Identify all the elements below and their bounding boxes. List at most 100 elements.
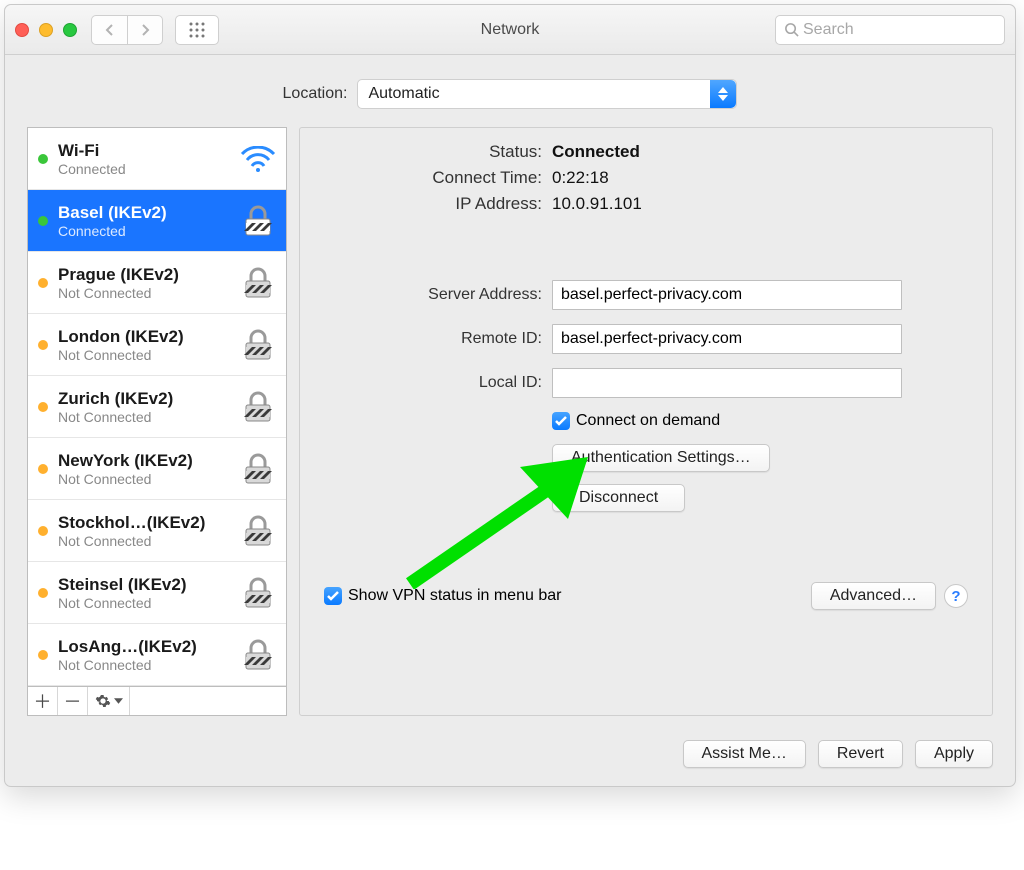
show-all-prefs-button[interactable] <box>175 15 219 45</box>
remote-id-input[interactable] <box>552 324 902 354</box>
status-dot-icon <box>38 154 48 164</box>
remote-id-label: Remote ID: <box>324 330 542 348</box>
connection-text: LosAng…(IKEv2) Not Connected <box>58 637 238 673</box>
search-field[interactable]: Search <box>775 15 1005 45</box>
server-address-input[interactable] <box>552 280 902 310</box>
connect-time-label: Connect Time: <box>324 168 542 188</box>
nav-buttons <box>91 15 163 45</box>
location-row: Location: Automatic <box>5 55 1015 127</box>
select-stepper-icon <box>710 80 736 108</box>
status-dot-icon <box>38 340 48 350</box>
connection-text: Stockhol…(IKEv2) Not Connected <box>58 513 238 549</box>
assist-me-button[interactable]: Assist Me… <box>683 740 806 768</box>
help-button[interactable]: ? <box>944 584 968 608</box>
connection-list[interactable]: Wi-Fi Connected Basel (IKEv2) Connected … <box>27 127 287 686</box>
connection-status: Not Connected <box>58 409 238 425</box>
status-dot-icon <box>38 278 48 288</box>
vpn-lock-icon <box>238 639 278 671</box>
vpn-lock-icon <box>238 329 278 361</box>
check-icon <box>327 591 339 601</box>
connection-name: LosAng…(IKEv2) <box>58 637 238 657</box>
connection-name: Stockhol…(IKEv2) <box>58 513 238 533</box>
connection-detail-panel: Status: Connected Connect Time: 0:22:18 … <box>299 127 993 716</box>
connection-item[interactable]: London (IKEv2) Not Connected <box>28 314 286 376</box>
connect-on-demand-row: Connect on demand <box>552 412 968 430</box>
disconnect-button[interactable]: Disconnect <box>552 484 685 512</box>
vpn-lock-icon <box>238 453 278 485</box>
footer-buttons: Assist Me… Revert Apply <box>5 730 1015 786</box>
connection-sidebar: Wi-Fi Connected Basel (IKEv2) Connected … <box>27 127 287 716</box>
content-area: Wi-Fi Connected Basel (IKEv2) Connected … <box>5 127 1015 730</box>
network-preferences-window: Network Search Location: Automatic Wi-Fi… <box>4 4 1016 787</box>
minimize-window-button[interactable] <box>39 23 53 37</box>
connection-name: Wi-Fi <box>58 141 238 161</box>
titlebar: Network Search <box>5 5 1015 55</box>
connection-item[interactable]: Stockhol…(IKEv2) Not Connected <box>28 500 286 562</box>
status-dot-icon <box>38 402 48 412</box>
zoom-window-button[interactable] <box>63 23 77 37</box>
connect-on-demand-label: Connect on demand <box>576 412 720 430</box>
status-dot-icon <box>38 588 48 598</box>
vpn-lock-icon <box>238 391 278 423</box>
advanced-button[interactable]: Advanced… <box>811 582 936 610</box>
status-dot-icon <box>38 464 48 474</box>
search-placeholder: Search <box>803 21 854 39</box>
connection-text: Prague (IKEv2) Not Connected <box>58 265 238 301</box>
status-value: Connected <box>552 142 640 162</box>
check-icon <box>555 416 567 426</box>
search-icon <box>784 22 799 37</box>
local-id-input[interactable] <box>552 368 902 398</box>
authentication-settings-button[interactable]: Authentication Settings… <box>552 444 770 472</box>
vpn-lock-icon <box>238 577 278 609</box>
local-id-label: Local ID: <box>324 374 542 392</box>
gear-icon <box>95 693 111 709</box>
chevron-down-icon <box>114 698 123 704</box>
location-value: Automatic <box>368 85 439 103</box>
close-window-button[interactable] <box>15 23 29 37</box>
vpn-lock-icon <box>238 515 278 547</box>
connection-name: Steinsel (IKEv2) <box>58 575 238 595</box>
connection-status: Not Connected <box>58 657 238 673</box>
remove-connection-button[interactable]: － <box>58 687 88 715</box>
connection-actions-button[interactable] <box>88 687 130 715</box>
nav-forward-button[interactable] <box>127 15 163 45</box>
connection-status: Not Connected <box>58 471 238 487</box>
connection-item[interactable]: Wi-Fi Connected <box>28 128 286 190</box>
vpn-lock-icon <box>238 267 278 299</box>
connection-text: Basel (IKEv2) Connected <box>58 203 238 239</box>
connection-status: Not Connected <box>58 285 238 301</box>
nav-back-button[interactable] <box>91 15 127 45</box>
status-dot-icon <box>38 526 48 536</box>
connection-status: Connected <box>58 223 238 239</box>
connection-status: Not Connected <box>58 595 238 611</box>
connection-text: NewYork (IKEv2) Not Connected <box>58 451 238 487</box>
chevron-right-icon <box>140 23 151 37</box>
apply-button[interactable]: Apply <box>915 740 993 768</box>
connection-text: London (IKEv2) Not Connected <box>58 327 238 363</box>
revert-button[interactable]: Revert <box>818 740 903 768</box>
connection-item[interactable]: LosAng…(IKEv2) Not Connected <box>28 624 286 686</box>
chevron-left-icon <box>104 23 115 37</box>
connection-item[interactable]: Steinsel (IKEv2) Not Connected <box>28 562 286 624</box>
connection-name: Zurich (IKEv2) <box>58 389 238 409</box>
show-vpn-menubar-label: Show VPN status in menu bar <box>348 587 561 605</box>
connection-item[interactable]: Basel (IKEv2) Connected <box>28 190 286 252</box>
connection-name: London (IKEv2) <box>58 327 238 347</box>
vpn-lock-icon <box>238 205 278 237</box>
connection-item[interactable]: NewYork (IKEv2) Not Connected <box>28 438 286 500</box>
add-connection-button[interactable]: ＋ <box>28 687 58 715</box>
connection-name: Prague (IKEv2) <box>58 265 238 285</box>
ip-address-label: IP Address: <box>324 194 542 214</box>
connection-name: Basel (IKEv2) <box>58 203 238 223</box>
show-vpn-menubar-checkbox[interactable] <box>324 587 342 605</box>
traffic-lights <box>15 23 77 37</box>
connection-text: Zurich (IKEv2) Not Connected <box>58 389 238 425</box>
connection-item[interactable]: Prague (IKEv2) Not Connected <box>28 252 286 314</box>
location-label: Location: <box>283 85 348 103</box>
connect-on-demand-checkbox[interactable] <box>552 412 570 430</box>
status-dot-icon <box>38 650 48 660</box>
location-select[interactable]: Automatic <box>357 79 737 109</box>
connection-item[interactable]: Zurich (IKEv2) Not Connected <box>28 376 286 438</box>
connection-status: Connected <box>58 161 238 177</box>
wifi-icon <box>238 146 278 172</box>
